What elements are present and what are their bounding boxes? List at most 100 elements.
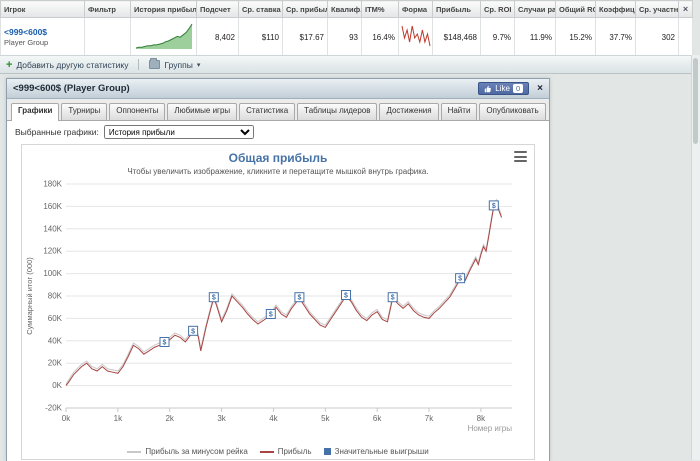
marker-symbol: $ bbox=[269, 312, 273, 319]
column-header-profit[interactable]: Прибыль bbox=[432, 0, 481, 18]
legend-line-swatch bbox=[259, 450, 274, 453]
y-tick-label: 60K bbox=[48, 314, 63, 323]
marker-symbol: $ bbox=[163, 340, 167, 347]
column-header-count[interactable]: Подсчет bbox=[196, 0, 239, 18]
like-label: Like bbox=[495, 84, 510, 93]
column-header-profit-history[interactable]: История прибыли bbox=[130, 0, 197, 18]
filter-cell[interactable] bbox=[84, 17, 131, 57]
toolbar: + Добавить другую статистику Группы ▾ bbox=[0, 55, 698, 74]
count-cell: 8,402 bbox=[196, 17, 239, 57]
column-header-avg-entrants[interactable]: Ср. участни... bbox=[635, 0, 679, 18]
marker-symbol: $ bbox=[297, 295, 301, 302]
significant-win-marker[interactable]: $ bbox=[341, 290, 351, 300]
legend-item[interactable]: Прибыль за минусом рейка bbox=[127, 447, 248, 456]
player-link[interactable]: <999<600$ bbox=[4, 27, 81, 37]
legend-square-swatch bbox=[323, 448, 331, 455]
panel-tabs: Графики Турниры Оппоненты Любимые игры С… bbox=[7, 99, 549, 121]
row-end-cell bbox=[678, 17, 693, 57]
marker-symbol: $ bbox=[212, 295, 216, 302]
add-statistic-label: Добавить другую статистику bbox=[16, 59, 129, 70]
panel-header: <999<600$ (Player Group) Like 0 × bbox=[7, 79, 549, 99]
profit-cell: $148,468 bbox=[432, 17, 481, 57]
column-header-avg-stake[interactable]: Ср. ставка bbox=[238, 0, 283, 18]
add-statistic-button[interactable]: + Добавить другую статистику bbox=[6, 58, 129, 71]
tab-publish[interactable]: Опубликовать bbox=[479, 103, 546, 120]
column-header-ability[interactable]: Квалиф... bbox=[327, 0, 362, 18]
legend-label: Прибыль bbox=[277, 447, 312, 456]
tab-achievements[interactable]: Достижения bbox=[379, 103, 439, 120]
column-header-player[interactable]: Игрок bbox=[0, 0, 85, 18]
y-tick-label: 20K bbox=[48, 359, 63, 368]
sparkline-area bbox=[135, 24, 192, 49]
graph-select-row: Выбранные графики: История прибыли bbox=[7, 121, 549, 143]
significant-win-marker[interactable]: $ bbox=[265, 309, 276, 319]
legend-item[interactable]: Прибыль bbox=[259, 447, 312, 456]
thumbs-up-icon bbox=[485, 85, 492, 92]
legend-line-swatch bbox=[127, 450, 142, 453]
chart-legend: Прибыль за минусом рейка Прибыль Значитель… bbox=[22, 447, 534, 456]
x-tick-label: 6k bbox=[373, 414, 382, 423]
column-header-cases[interactable]: Случаи ра... bbox=[514, 0, 556, 18]
legend-item[interactable]: Значительные выигрыши bbox=[323, 447, 429, 456]
tab-statistics[interactable]: Статистика bbox=[239, 103, 296, 120]
profit-history-cell[interactable] bbox=[130, 17, 197, 57]
legend-label: Прибыль за минусом рейка bbox=[145, 447, 248, 456]
significant-win-marker[interactable]: $ bbox=[208, 292, 219, 303]
tab-find[interactable]: Найти bbox=[440, 103, 478, 120]
series-line-0 bbox=[65, 198, 503, 385]
marker-symbol: $ bbox=[492, 203, 496, 210]
column-header-coefficient[interactable]: Коэффици... bbox=[595, 0, 636, 18]
profit-line-chart: -20K 0K 20K 40K 60K 80K 100K 120K 140K 160K 180K 0k… bbox=[25, 180, 513, 434]
y-tick-label: 80K bbox=[48, 292, 63, 301]
plus-icon: + bbox=[6, 58, 13, 71]
y-tick-label: 180K bbox=[43, 180, 62, 189]
tab-leaderboards[interactable]: Таблицы лидеров bbox=[297, 103, 378, 120]
avg-stake-cell: $110 bbox=[238, 17, 283, 57]
significant-win-marker[interactable]: $ bbox=[387, 292, 398, 303]
marker-symbol: $ bbox=[344, 293, 348, 300]
form-cell[interactable] bbox=[398, 17, 433, 57]
y-tick-label: 160K bbox=[43, 202, 62, 211]
y-tick-label: 140K bbox=[43, 224, 62, 233]
column-header-total-roi[interactable]: Общий ROI bbox=[555, 0, 596, 18]
tab-opponents[interactable]: Оппоненты bbox=[109, 103, 166, 120]
column-header-avg-roi[interactable]: Ср. ROI bbox=[480, 0, 515, 18]
chart-container[interactable]: Общая прибыль Чтобы увеличить изображени… bbox=[21, 144, 535, 460]
column-header-filter[interactable]: Фильтр bbox=[84, 0, 131, 18]
facebook-like-button[interactable]: Like 0 bbox=[478, 82, 530, 95]
chart-context-menu-icon[interactable] bbox=[514, 150, 527, 163]
significant-win-marker[interactable]: $ bbox=[455, 273, 466, 284]
tab-graphs[interactable]: Графики bbox=[11, 103, 60, 121]
scrollbar-thumb[interactable] bbox=[693, 58, 698, 144]
page-scrollbar[interactable] bbox=[691, 55, 700, 460]
panel-title: <999<600$ (Player Group) bbox=[13, 83, 130, 94]
x-tick-label: 4k bbox=[269, 414, 278, 423]
panel-close-icon[interactable]: × bbox=[537, 83, 543, 94]
significant-win-marker[interactable]: $ bbox=[294, 292, 305, 303]
column-header-itm[interactable]: ITM% bbox=[361, 0, 399, 18]
table-close-icon[interactable]: × bbox=[680, 4, 692, 14]
significant-win-marker[interactable]: $ bbox=[188, 325, 199, 336]
y-axis-title: Суммарный итог (000) bbox=[25, 257, 34, 335]
graph-select[interactable]: История прибыли bbox=[103, 125, 254, 139]
significant-win-marker[interactable]: $ bbox=[488, 200, 499, 211]
marker-symbol: $ bbox=[191, 328, 195, 335]
table-row[interactable]: <999<600$ Player Group 8,402 $110 $17.67… bbox=[0, 17, 693, 57]
selected-graphs-label: Выбранные графики: bbox=[15, 127, 99, 137]
coefficient-cell: 37.7% bbox=[595, 17, 636, 57]
avg-roi-cell: 9.7% bbox=[480, 17, 515, 57]
significant-win-marker[interactable]: $ bbox=[159, 337, 170, 347]
chart-subtitle: Чтобы увеличить изображение, кликните и … bbox=[127, 167, 429, 176]
column-header-form[interactable]: Форма bbox=[398, 0, 433, 18]
y-tick-label: 120K bbox=[43, 247, 62, 256]
series-line-1 bbox=[65, 200, 503, 386]
ability-cell: 93 bbox=[327, 17, 362, 57]
y-tick-label: 100K bbox=[43, 269, 62, 278]
total-roi-cell: 15.2% bbox=[555, 17, 596, 57]
table-close-cell: × bbox=[678, 0, 693, 18]
tab-tournaments[interactable]: Турниры bbox=[61, 103, 108, 120]
groups-menu-button[interactable]: Группы ▾ bbox=[149, 58, 200, 70]
tab-favorite-games[interactable]: Любимые игры bbox=[167, 103, 238, 120]
x-axis-title: Номер игры bbox=[468, 424, 513, 433]
column-header-avg-profit[interactable]: Ср. прибыль bbox=[282, 0, 328, 18]
